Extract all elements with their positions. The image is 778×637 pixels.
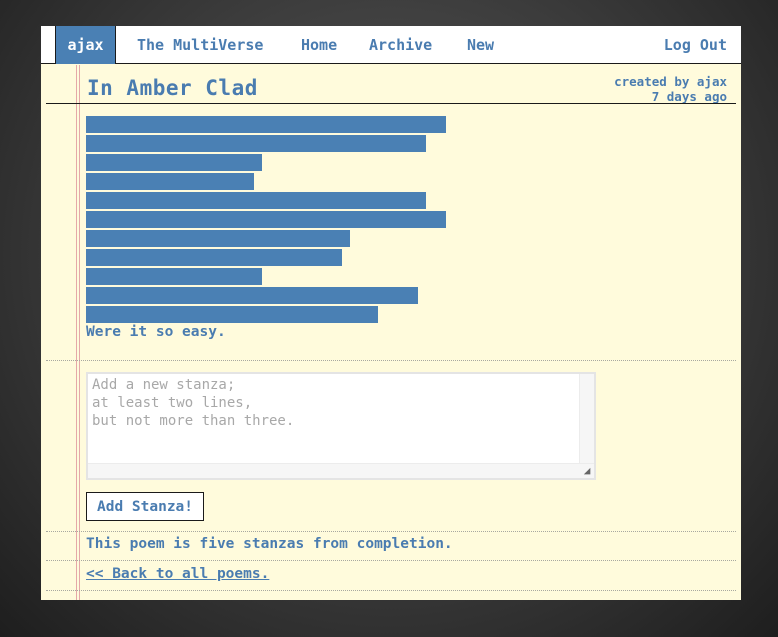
stanza-input[interactable] bbox=[88, 374, 578, 464]
redacted-line bbox=[86, 192, 426, 209]
redacted-line bbox=[86, 135, 426, 152]
redacted-line bbox=[86, 116, 446, 133]
resize-handle-icon[interactable]: ◢ bbox=[580, 464, 594, 478]
section-divider bbox=[46, 531, 736, 532]
nav-user-badge[interactable]: ajax bbox=[56, 26, 116, 64]
poem-author: created by ajax bbox=[614, 74, 727, 89]
redacted-line bbox=[86, 211, 446, 228]
poem-last-line: Were it so easy. bbox=[86, 324, 226, 340]
section-divider bbox=[46, 360, 736, 361]
nav-link-new[interactable]: New bbox=[467, 26, 494, 64]
redacted-line bbox=[86, 249, 342, 266]
horizontal-scrollbar[interactable] bbox=[88, 463, 594, 478]
section-divider bbox=[46, 560, 736, 561]
back-to-poems-link[interactable]: << Back to all poems. bbox=[86, 566, 269, 582]
poem-age: 7 days ago bbox=[651, 89, 727, 104]
top-nav: ajax The MultiVerse Home Archive New Log… bbox=[41, 26, 741, 64]
redacted-line bbox=[86, 154, 262, 171]
nav-link-home[interactable]: Home bbox=[301, 26, 337, 64]
redacted-lines bbox=[86, 116, 486, 325]
nav-link-multiverse[interactable]: The MultiVerse bbox=[137, 26, 263, 64]
vertical-scrollbar[interactable] bbox=[579, 374, 594, 464]
redacted-line bbox=[86, 230, 350, 247]
logout-link[interactable]: Log Out bbox=[664, 26, 727, 64]
completion-status: This poem is five stanzas from completio… bbox=[86, 536, 453, 552]
redacted-line bbox=[86, 268, 262, 285]
poem-title: In Amber Clad bbox=[87, 76, 258, 100]
redacted-line bbox=[86, 287, 418, 304]
add-stanza-button[interactable]: Add Stanza! bbox=[86, 492, 204, 521]
margin-line-right bbox=[79, 65, 80, 600]
nav-link-archive[interactable]: Archive bbox=[369, 26, 432, 64]
stanza-box: ◢ bbox=[86, 372, 596, 480]
redacted-line bbox=[86, 173, 254, 190]
section-divider bbox=[46, 590, 736, 591]
page-frame: ajax The MultiVerse Home Archive New Log… bbox=[41, 26, 741, 600]
redacted-line bbox=[86, 306, 378, 323]
margin-line-left bbox=[76, 65, 77, 600]
title-rule bbox=[46, 103, 736, 104]
poem-meta: created by ajax 7 days ago bbox=[614, 74, 727, 104]
